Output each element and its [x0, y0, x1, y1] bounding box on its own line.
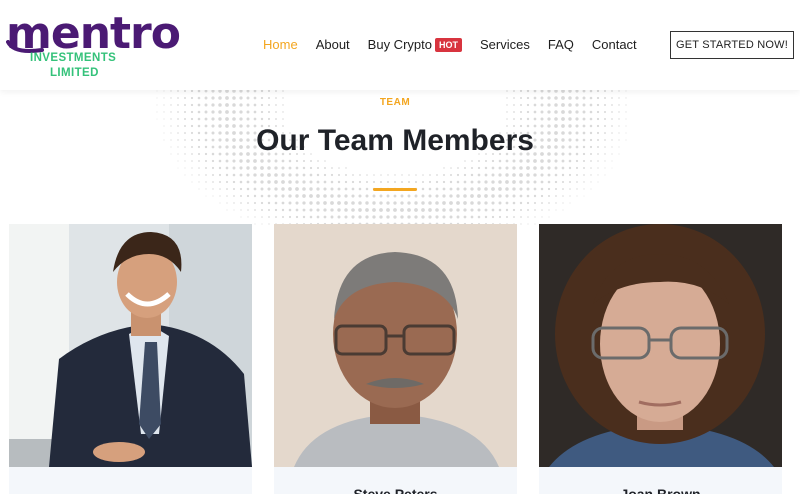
- nav-contact[interactable]: Contact: [592, 36, 637, 54]
- logo-subtitle-line1: INVESTMENTS: [30, 52, 117, 64]
- nav-faq[interactable]: FAQ: [548, 36, 574, 54]
- main-nav: Home About Buy Crypto HOT Services FAQ C…: [263, 36, 655, 54]
- hot-badge: HOT: [434, 38, 462, 52]
- section-title: Our Team Members: [256, 124, 534, 157]
- logo-subtitle-line2: LIMITED: [50, 67, 99, 79]
- team-member-name: Steve Peters: [353, 486, 438, 494]
- team-card[interactable]: [9, 224, 252, 494]
- woman-with-glasses-photo: [539, 224, 782, 467]
- nav-services[interactable]: Services: [480, 36, 530, 54]
- nav-about[interactable]: About: [316, 36, 350, 54]
- nav-buy-crypto[interactable]: Buy Crypto HOT: [368, 36, 462, 54]
- nav-home[interactable]: Home: [263, 36, 298, 54]
- team-card[interactable]: Steve Peters: [274, 224, 517, 494]
- smiling-man-in-suit-photo: [9, 224, 252, 467]
- brand-logo[interactable]: mentro INVESTMENTS LIMITED: [6, 12, 181, 84]
- team-member-name: Joan Brown: [620, 486, 701, 494]
- title-underline: [373, 188, 417, 191]
- nav-buy-crypto-label: Buy Crypto: [367, 37, 432, 52]
- site-header: mentro INVESTMENTS LIMITED Home About Bu…: [0, 0, 800, 90]
- man-with-glasses-photo: [274, 224, 517, 467]
- get-started-button[interactable]: GET STARTED NOW!: [670, 31, 794, 59]
- team-card[interactable]: Joan Brown: [539, 224, 782, 494]
- section-eyebrow: TEAM: [379, 97, 411, 108]
